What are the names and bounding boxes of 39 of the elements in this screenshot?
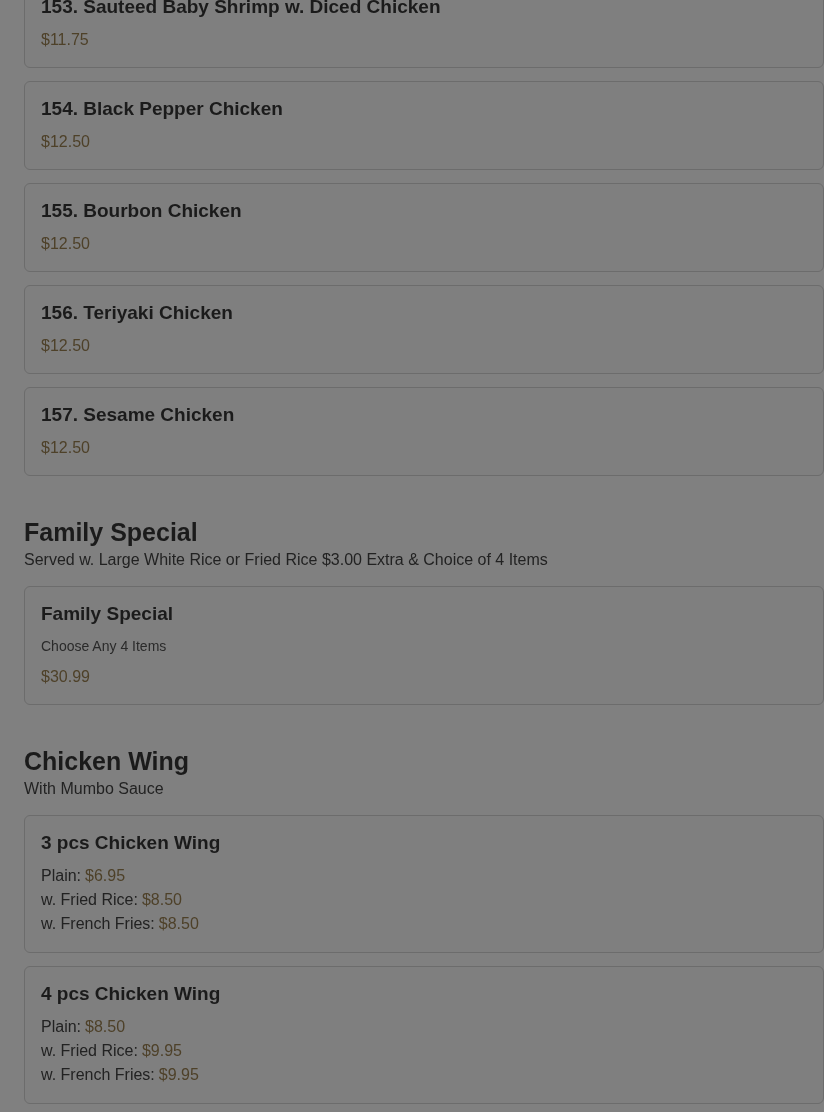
option-price: $6.95 xyxy=(85,866,126,886)
option-price: $9.95 xyxy=(141,1041,182,1061)
menu-item-card[interactable]: 153. Sauteed Baby Shrimp w. Diced Chicken $11.75 xyxy=(24,0,824,68)
item-name: 3 pcs Chicken Wing xyxy=(41,831,221,855)
option-label: w. French Fries: xyxy=(41,914,155,934)
option-label: w. French Fries: xyxy=(41,1065,155,1085)
menu-item-card[interactable]: 156. Teriyaki Chicken $12.50 xyxy=(24,285,824,374)
menu-item-card[interactable]: 157. Sesame Chicken $12.50 xyxy=(24,387,824,476)
item-name: 157. Sesame Chicken xyxy=(41,403,235,427)
item-price: $12.50 xyxy=(41,132,90,152)
item-name: 155. Bourbon Chicken xyxy=(41,199,242,223)
option-label: w. Fried Rice: xyxy=(41,1041,138,1061)
menu-item-card[interactable]: 155. Bourbon Chicken $12.50 xyxy=(24,183,824,272)
option-price: $8.50 xyxy=(85,1017,126,1037)
option-label: Plain: xyxy=(41,866,82,886)
item-price: $12.50 xyxy=(41,438,90,458)
option-price: $8.50 xyxy=(158,914,199,934)
section-heading: Chicken Wing xyxy=(24,746,191,777)
item-price: $12.50 xyxy=(41,336,90,356)
menu-item-card[interactable]: 154. Black Pepper Chicken $12.50 xyxy=(24,81,824,170)
option-label: Plain: xyxy=(41,1017,82,1037)
item-description: Choose Any 4 Items xyxy=(41,637,167,656)
item-name: 154. Black Pepper Chicken xyxy=(41,97,283,121)
option-label: w. Fried Rice: xyxy=(41,890,138,910)
item-price: $12.50 xyxy=(41,234,90,254)
item-price: $30.99 xyxy=(41,667,90,687)
item-name: Family Special xyxy=(41,602,173,626)
section-description: Served w. Large White Rice or Fried Rice $3.00 Extra & Choice of 4 Items xyxy=(24,550,549,570)
section-description: With Mumbo Sauce xyxy=(24,779,165,799)
item-price: $11.75 xyxy=(41,30,89,50)
item-name: 156. Teriyaki Chicken xyxy=(41,301,233,325)
menu-item-card[interactable]: 4 pcs Chicken Wing Plain: $8.50 w. Fried Rice: $9.95 w. French Fries: $9.95 xyxy=(24,966,824,1104)
section-heading: Family Special xyxy=(24,517,199,548)
item-name: 4 pcs Chicken Wing xyxy=(41,982,221,1006)
option-price: $9.95 xyxy=(158,1065,199,1085)
item-name: 153. Sauteed Baby Shrimp w. Diced Chicken xyxy=(41,0,441,19)
menu-item-card[interactable]: Family Special Choose Any 4 Items $30.99 xyxy=(24,586,824,705)
option-price: $8.50 xyxy=(141,890,182,910)
menu-item-card[interactable]: 3 pcs Chicken Wing Plain: $6.95 w. Fried Rice: $8.50 w. French Fries: $8.50 xyxy=(24,815,824,953)
